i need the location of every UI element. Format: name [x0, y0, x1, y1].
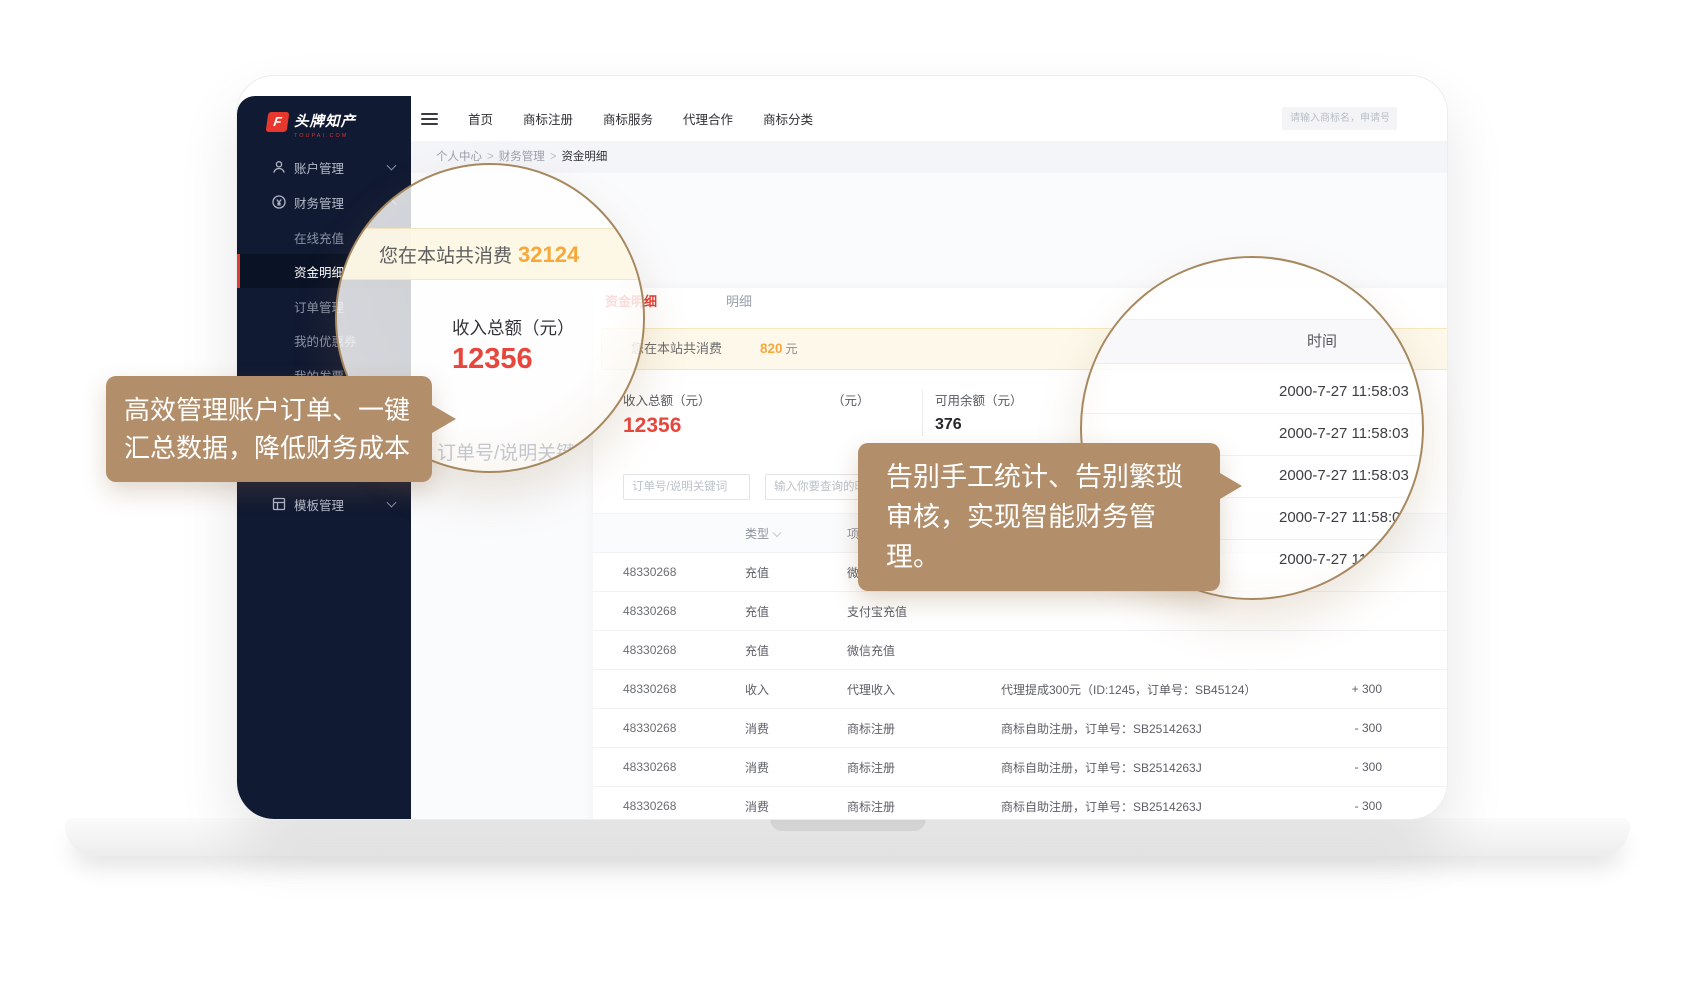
table-row: 48330268 消费 商标注册 商标自助注册，订单号：SB2514263J -…: [593, 787, 1448, 820]
stat-value: 376: [935, 416, 1023, 434]
breadcrumb-item[interactable]: 个人中心: [436, 151, 482, 163]
table-row: 48330268 消费 商标注册 商标自助注册，订单号：SB2514263J -…: [593, 748, 1448, 787]
stat-value: 12356: [623, 414, 711, 438]
sidebar-item-account[interactable]: 账户管理: [237, 150, 411, 184]
cell-order: 48330268: [593, 760, 745, 774]
cell-balance: ¥ 12231: [1382, 760, 1448, 774]
cell-amount: - 300: [1285, 721, 1382, 735]
nav-items: 首页 商标注册 商标服务 代理合作 商标分类: [468, 109, 813, 128]
cell-amount: + 300: [1285, 682, 1382, 696]
breadcrumb-current: 资金明细: [561, 151, 607, 163]
cell-project: 支付宝充值: [847, 603, 1001, 620]
nav-item-trademark-service[interactable]: 商标服务: [603, 109, 653, 128]
magnified-income-value: 12356: [452, 343, 533, 376]
magnified-time-value: 2000-7-27 11:58:03: [1279, 467, 1409, 484]
cell-order: 48330268: [593, 643, 745, 657]
cell-amount: - 300: [1285, 799, 1382, 813]
stat-income: 收入总额（元） 12356: [623, 390, 711, 438]
cell-type: 消费: [745, 720, 847, 737]
cell-balance: ¥ 12231: [1382, 721, 1448, 735]
cell-amount: - 300: [1285, 760, 1382, 774]
cell-project: 商标注册: [847, 720, 1001, 737]
cell-project: 商标注册: [847, 759, 1001, 776]
cell-type: 充值: [745, 642, 847, 659]
cell-desc: 商标自助注册，订单号：SB2514263J: [1001, 720, 1285, 737]
tab-secondary[interactable]: 明细: [726, 291, 752, 310]
stats-divider: [922, 390, 923, 436]
user-icon: [271, 159, 287, 175]
magnified-time-value: 2000-7-27 11:58:03: [1279, 551, 1409, 568]
cell-order: 48330268: [593, 565, 745, 579]
cell-project: 微信充值: [847, 642, 1001, 659]
cell-order: 48330268: [593, 604, 745, 618]
top-navigation: 首页 商标注册 商标服务 代理合作 商标分类: [411, 96, 1447, 141]
cell-order: 48330268: [593, 799, 745, 813]
cell-order: 48330268: [593, 682, 745, 696]
cell-project: 商标注册: [847, 798, 1001, 815]
table-row: 48330268 消费 商标注册 商标自助注册，订单号：SB2514263J -…: [593, 709, 1448, 748]
banner-text: 您在本站共消费: [631, 329, 722, 369]
cell-project: 代理收入: [847, 681, 1001, 698]
cell-desc: 商标自助注册，订单号：SB2514263J: [1001, 759, 1285, 776]
callout-left: 高效管理账户订单、一键汇总数据，降低财务成本: [106, 376, 432, 482]
breadcrumb-item[interactable]: 财务管理: [499, 151, 545, 163]
stat-label: （元）: [832, 390, 870, 409]
cell-type: 收入: [745, 681, 847, 698]
magnified-banner-text: 您在本站共消费32124: [379, 241, 579, 268]
banner-amount: 820元: [760, 329, 798, 369]
table-row: 48330268 收入 代理收入 代理提成300元（ID:1245，订单号：SB…: [593, 670, 1448, 709]
chevron-down-icon: [387, 161, 397, 171]
breadcrumb-separator: >: [487, 151, 494, 163]
template-icon: [271, 496, 287, 512]
nav-item-agency[interactable]: 代理合作: [683, 109, 733, 128]
cell-balance: ¥ 12231: [1382, 799, 1448, 813]
sort-icon: [773, 528, 781, 536]
cell-type: 消费: [745, 798, 847, 815]
cell-type: 充值: [745, 603, 847, 620]
magnified-time-value: 2000-7-27 11:58:03: [1279, 425, 1409, 442]
sidebar-item-label: 财务管理: [294, 193, 344, 212]
finance-icon: [271, 194, 287, 210]
nav-item-trademark-class[interactable]: 商标分类: [763, 109, 813, 128]
cell-desc: 商标自助注册，订单号：SB2514263J: [1001, 798, 1285, 815]
table-row: 48330268 充值 支付宝充值 2000-7-27 11:58:03: [593, 592, 1448, 631]
callout-right: 告别手工统计、告别繁琐审核，实现智能财务管理。: [858, 443, 1220, 591]
search-input[interactable]: [1282, 107, 1397, 130]
sidebar-item-label: 账户管理: [294, 158, 344, 177]
keyword-input[interactable]: [623, 474, 750, 500]
breadcrumb-separator: >: [550, 151, 557, 163]
nav-item-home[interactable]: 首页: [468, 109, 493, 128]
cell-balance: ¥ 12231: [1382, 682, 1448, 696]
breadcrumb: 个人中心 > 财务管理 > 资金明细: [411, 141, 1447, 173]
cell-order: 48330268: [593, 721, 745, 735]
brand-name: 头牌知产: [294, 112, 356, 132]
menu-icon[interactable]: [421, 113, 438, 125]
table-row: 48330268 充值 微信充值 2000-7-27 11:58:03: [593, 631, 1448, 670]
magnified-time-header: 时间: [1082, 319, 1422, 364]
brand-logo[interactable]: F 头牌知产 TOUPAI.COM: [267, 112, 356, 132]
magnified-time-value: 2000-7-27 11:58:03: [1279, 509, 1409, 526]
stat-label: 可用余额（元）: [935, 390, 1023, 409]
magnified-keyword-placeholder: 订单号/说明关键: [437, 438, 575, 465]
cell-type: 充值: [745, 564, 847, 581]
nav-item-trademark-register[interactable]: 商标注册: [523, 109, 573, 128]
sidebar-item-templates[interactable]: 模板管理: [237, 487, 411, 521]
laptop-base: [65, 818, 1630, 856]
sidebar-item-label: 模板管理: [294, 495, 344, 514]
stat-label: 收入总额（元）: [623, 390, 711, 409]
header-type[interactable]: 类型: [745, 525, 847, 542]
canvas: F 头牌知产 TOUPAI.COM 账户管理: [0, 0, 1696, 1002]
cell-type: 消费: [745, 759, 847, 776]
row-divider: [1082, 413, 1422, 414]
chevron-down-icon: [387, 498, 397, 508]
magnified-time-value: 2000-7-27 11:58:03: [1279, 383, 1409, 400]
magnified-income-label: 收入总额（元）: [452, 315, 575, 340]
stat-balance: 可用余额（元） 376: [935, 390, 1023, 434]
cell-desc: 代理提成300元（ID:1245，订单号：SB45124）: [1001, 681, 1285, 698]
brand-logo-icon: F: [266, 112, 290, 132]
brand-subtitle: TOUPAI.COM: [294, 133, 348, 139]
stat-expense: （元）: [832, 390, 870, 409]
